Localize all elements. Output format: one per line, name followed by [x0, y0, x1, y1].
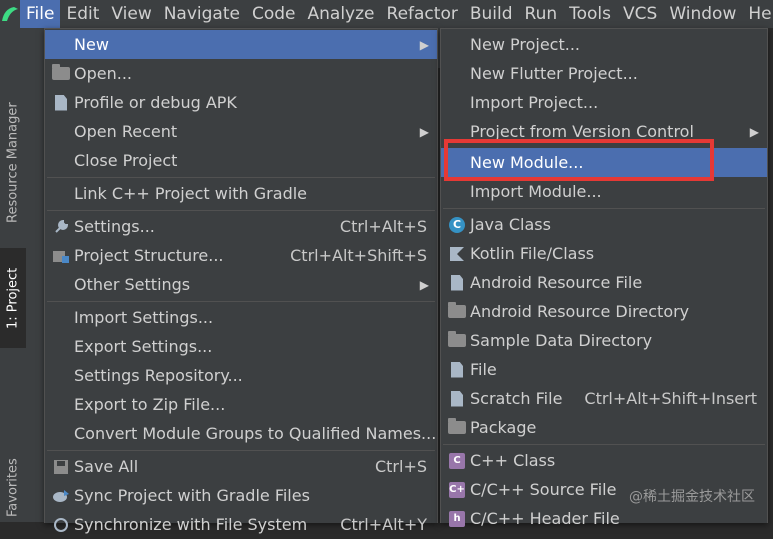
- chevron-right-icon: ▶: [419, 277, 429, 292]
- menu-build[interactable]: Build: [464, 0, 519, 28]
- gradle-sync-icon: [51, 486, 71, 506]
- chevron-right-icon: ▶: [419, 37, 429, 52]
- separator: [47, 301, 435, 302]
- menu-item-file[interactable]: File: [441, 355, 767, 384]
- menu-help[interactable]: Help: [742, 0, 773, 28]
- menu-item-import-settings[interactable]: Import Settings...: [45, 303, 437, 332]
- cpp-header-icon: h: [447, 509, 467, 529]
- menu-file[interactable]: File: [20, 0, 61, 28]
- menu-item-open-recent[interactable]: Open Recent ▶: [45, 117, 437, 146]
- menu-refactor[interactable]: Refactor: [381, 0, 464, 28]
- menu-item-android-resource-directory[interactable]: Android Resource Directory: [441, 297, 767, 326]
- menu-item-import-module[interactable]: Import Module...: [441, 177, 767, 206]
- menu-item-android-resource-file[interactable]: Android Resource File: [441, 268, 767, 297]
- menu-item-new-project[interactable]: New Project...: [441, 30, 767, 59]
- menu-item-kotlin-file[interactable]: Kotlin File/Class: [441, 239, 767, 268]
- menu-item-new[interactable]: New ▶: [45, 30, 437, 59]
- wrench-icon: [51, 217, 71, 237]
- separator: [47, 210, 435, 211]
- menu-item-import-project[interactable]: Import Project...: [441, 88, 767, 117]
- folder-open-icon: [51, 64, 71, 84]
- folder-icon: [447, 331, 467, 351]
- new-submenu: New Project... New Flutter Project... Im…: [440, 28, 768, 528]
- tab-resource-manager[interactable]: Resource Manager: [0, 88, 26, 238]
- menu-item-other-settings[interactable]: Other Settings ▶: [45, 270, 437, 299]
- tab-favorites[interactable]: Favorites: [0, 448, 26, 528]
- separator: [443, 208, 765, 209]
- menu-vcs[interactable]: VCS: [617, 0, 663, 28]
- menu-navigate[interactable]: Navigate: [158, 0, 246, 28]
- cpp-source-icon: C+: [447, 480, 467, 500]
- highlight-box: [444, 139, 714, 181]
- menu-item-open[interactable]: Open...: [45, 59, 437, 88]
- menu-item-package[interactable]: Package: [441, 413, 767, 442]
- java-class-icon: C: [447, 215, 467, 235]
- scratch-file-icon: [447, 389, 467, 409]
- menu-tools[interactable]: Tools: [563, 0, 617, 28]
- separator: [47, 177, 435, 178]
- menu-item-sync-filesystem[interactable]: Synchronize with File System Ctrl+Alt+Y: [45, 510, 437, 539]
- save-icon: [51, 457, 71, 477]
- menu-item-close-project[interactable]: Close Project: [45, 146, 437, 175]
- menu-item-save-all[interactable]: Save All Ctrl+S: [45, 452, 437, 481]
- menu-item-cpp-header-file[interactable]: h C/C++ Header File: [441, 504, 767, 533]
- separator: [443, 444, 765, 445]
- menu-item-sync-gradle[interactable]: Sync Project with Gradle Files: [45, 481, 437, 510]
- menu-item-export-zip[interactable]: Export to Zip File...: [45, 390, 437, 419]
- file-menu: New ▶ Open... Profile or debug APK Open …: [44, 28, 438, 534]
- project-structure-icon: [51, 246, 71, 266]
- cpp-class-icon: C: [447, 451, 467, 471]
- separator: [47, 450, 435, 451]
- refresh-icon: [51, 515, 71, 535]
- menu-item-cpp-class[interactable]: C C++ Class: [441, 446, 767, 475]
- menu-code[interactable]: Code: [246, 0, 302, 28]
- menu-edit[interactable]: Edit: [60, 0, 105, 28]
- chevron-right-icon: ▶: [749, 124, 759, 139]
- menu-window[interactable]: Window: [663, 0, 742, 28]
- android-resource-file-icon: [447, 273, 467, 293]
- menu-item-link-cpp[interactable]: Link C++ Project with Gradle: [45, 179, 437, 208]
- tab-project[interactable]: 1: Project: [0, 248, 26, 348]
- menu-view[interactable]: View: [105, 0, 157, 28]
- menu-item-project-structure[interactable]: Project Structure... Ctrl+Alt+Shift+S: [45, 241, 437, 270]
- package-icon: [447, 418, 467, 438]
- menu-analyze[interactable]: Analyze: [302, 0, 381, 28]
- menu-item-java-class[interactable]: C Java Class: [441, 210, 767, 239]
- menu-bar: File Edit View Navigate Code Analyze Ref…: [0, 0, 773, 28]
- menu-item-sample-data-directory[interactable]: Sample Data Directory: [441, 326, 767, 355]
- menu-item-export-settings[interactable]: Export Settings...: [45, 332, 437, 361]
- file-icon: [447, 360, 467, 380]
- menu-run[interactable]: Run: [519, 0, 564, 28]
- watermark: @稀土掘金技术社区: [629, 489, 755, 505]
- menu-item-settings[interactable]: Settings... Ctrl+Alt+S: [45, 212, 437, 241]
- left-tool-strip: Resource Manager 1: Project Favorites: [0, 68, 27, 522]
- apk-icon: [51, 93, 71, 113]
- project-panel: [26, 68, 46, 522]
- menu-item-new-flutter-project[interactable]: New Flutter Project...: [441, 59, 767, 88]
- menu-item-settings-repository[interactable]: Settings Repository...: [45, 361, 437, 390]
- chevron-right-icon: ▶: [419, 124, 429, 139]
- menu-item-scratch-file[interactable]: Scratch File Ctrl+Alt+Shift+Insert: [441, 384, 767, 413]
- menu-item-convert-module-groups[interactable]: Convert Module Groups to Qualified Names…: [45, 419, 437, 448]
- menu-item-profile-apk[interactable]: Profile or debug APK: [45, 88, 437, 117]
- kotlin-icon: [447, 244, 467, 264]
- folder-icon: [447, 302, 467, 322]
- android-studio-icon: [0, 0, 20, 28]
